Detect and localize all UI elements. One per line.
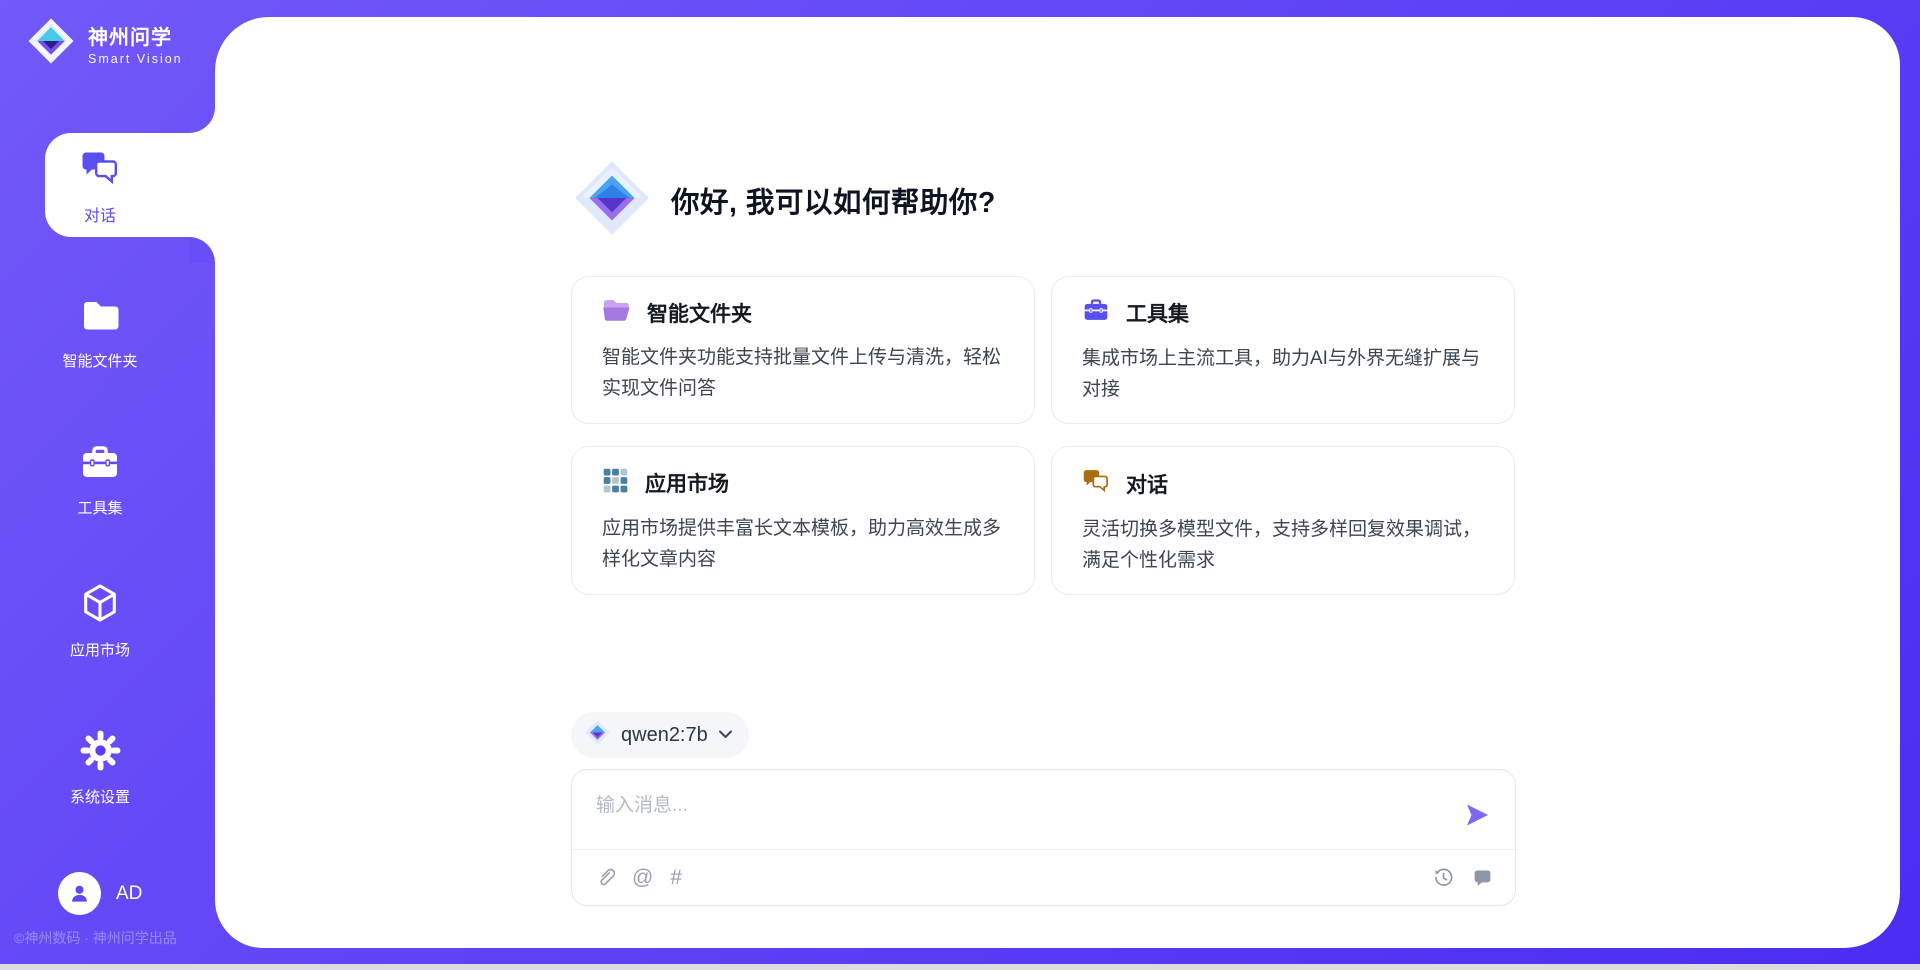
model-logo-icon <box>584 719 611 751</box>
user-account[interactable]: AD <box>58 872 142 915</box>
message-composer: @ # <box>571 769 1516 906</box>
history-icon <box>1433 867 1454 888</box>
card-title: 对话 <box>1126 469 1168 499</box>
card-smart-folder[interactable]: 智能文件夹 智能文件夹功能支持批量文件上传与清洗，轻松实现文件问答 <box>571 276 1035 424</box>
toolbox-icon <box>1082 297 1110 329</box>
chat-bubble-icon <box>1472 867 1493 888</box>
mention-button[interactable]: @ <box>632 867 653 888</box>
card-description: 智能文件夹功能支持批量文件上传与清洗，轻松实现文件问答 <box>602 342 1006 404</box>
user-initials: AD <box>116 883 142 905</box>
card-toolbox[interactable]: 工具集 集成市场上主流工具，助力AI与外界无缝扩展与对接 <box>1051 276 1515 424</box>
folder-open-icon <box>602 297 631 328</box>
sidebar: 神州问学 Smart Vision 对话 智能文件夹 <box>0 0 215 970</box>
sidebar-item-chat[interactable]: 对话 <box>45 133 217 237</box>
paperclip-icon <box>596 867 615 888</box>
send-button[interactable] <box>1463 801 1491 829</box>
message-input[interactable] <box>572 770 1515 842</box>
card-title: 应用市场 <box>645 468 729 498</box>
grid-icon <box>602 467 629 499</box>
card-title: 工具集 <box>1126 298 1189 328</box>
history-button[interactable] <box>1433 867 1454 888</box>
brand-name: 神州问学 <box>88 21 183 50</box>
folder-icon <box>78 296 122 341</box>
model-name: qwen2:7b <box>621 724 708 747</box>
attach-button[interactable] <box>596 867 615 888</box>
sidebar-item-label: 对话 <box>84 202 116 226</box>
tab-fillet-bottom <box>189 237 215 263</box>
avatar <box>58 872 101 915</box>
conversation-button[interactable] <box>1472 867 1493 888</box>
copyright-text: ©神州数码 · 神州问学出品 <box>14 928 177 948</box>
at-icon: @ <box>632 867 653 888</box>
assistant-logo-icon <box>571 157 653 244</box>
sidebar-item-label: 工具集 <box>77 497 122 518</box>
gear-icon <box>79 729 122 777</box>
brand-subtitle: Smart Vision <box>88 52 183 66</box>
card-description: 灵活切换多模型文件，支持多样回复效果调试，满足个性化需求 <box>1082 514 1486 576</box>
hash-icon: # <box>670 867 682 888</box>
feature-cards: 智能文件夹 智能文件夹功能支持批量文件上传与清洗，轻松实现文件问答 <box>571 276 1515 595</box>
brand-logo: 神州问学 Smart Vision <box>26 16 183 71</box>
sidebar-item-label: 系统设置 <box>70 786 130 807</box>
send-icon <box>1463 801 1491 829</box>
greeting-text: 你好, 我可以如何帮助你? <box>671 180 996 221</box>
main-panel: 你好, 我可以如何帮助你? 智能文件夹 智能文件夹功能支持批量文件上传与清洗，轻… <box>215 17 1900 948</box>
card-description: 集成市场上主流工具，助力AI与外界无缝扩展与对接 <box>1082 343 1486 405</box>
sidebar-item-settings[interactable]: 系统设置 <box>0 729 215 807</box>
card-chat[interactable]: 对话 灵活切换多模型文件，支持多样回复效果调试，满足个性化需求 <box>1051 446 1515 595</box>
chat-icon <box>1082 467 1110 500</box>
toolbox-icon <box>79 443 121 488</box>
sidebar-item-toolbox[interactable]: 工具集 <box>0 443 215 518</box>
chevron-down-icon <box>718 726 733 744</box>
tab-fillet-top <box>189 107 215 133</box>
sidebar-item-smart-folder[interactable]: 智能文件夹 <box>0 296 215 371</box>
sidebar-item-label: 应用市场 <box>70 639 130 660</box>
model-selector[interactable]: qwen2:7b <box>571 712 749 758</box>
brand-diamond-icon <box>26 16 76 71</box>
card-description: 应用市场提供丰富长文本模板，助力高效生成多样化文章内容 <box>602 513 1006 575</box>
cube-icon <box>78 581 122 630</box>
sidebar-item-app-market[interactable]: 应用市场 <box>0 581 215 660</box>
card-app-market[interactable]: 应用市场 应用市场提供丰富长文本模板，助力高效生成多样化文章内容 <box>571 446 1035 595</box>
window-bottom-edge <box>0 964 1920 970</box>
sidebar-item-label: 智能文件夹 <box>62 350 137 371</box>
hashtag-button[interactable]: # <box>670 867 682 888</box>
card-title: 智能文件夹 <box>647 298 752 328</box>
welcome-header: 你好, 我可以如何帮助你? <box>571 159 996 241</box>
chat-icon <box>80 148 120 193</box>
